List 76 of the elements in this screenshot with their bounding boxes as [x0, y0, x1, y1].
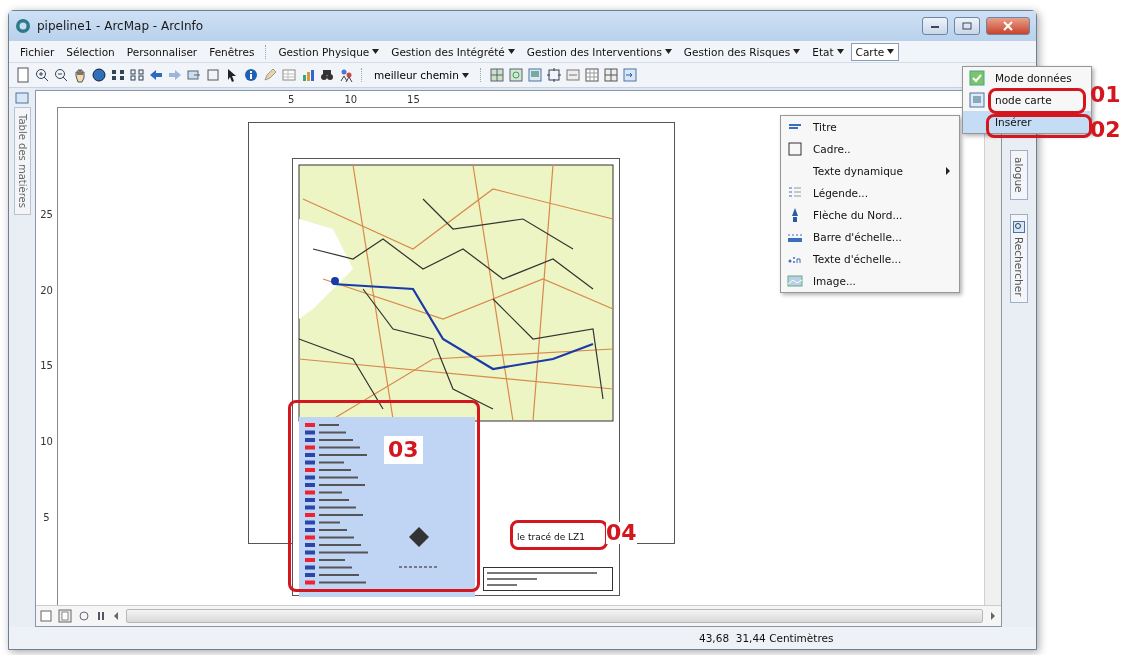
menu-item[interactable]: Personnaliser [121, 42, 203, 61]
map-grid-icon[interactable] [488, 67, 505, 83]
menu-item[interactable]: Texte dynamique [781, 160, 959, 182]
map-title-text: le tracé de LZ1 [517, 532, 585, 542]
grid-split-icon[interactable] [602, 67, 619, 83]
side-tab[interactable]: Table des matières [13, 107, 31, 215]
picture-icon [787, 273, 803, 289]
menu-item[interactable]: Légende... [781, 182, 959, 204]
menu-item[interactable]: Gestion des Interventions [521, 42, 677, 61]
ruler-label: 15 [40, 360, 53, 372]
menu-item[interactable]: Carte [850, 42, 900, 61]
annotation-number: 01 [1090, 84, 1121, 106]
annotation-number: 02 [1090, 119, 1121, 141]
arrow-panel-icon[interactable] [621, 67, 638, 83]
scroll-left-icon[interactable] [112, 611, 120, 621]
menu-item[interactable]: Etat [807, 42, 849, 61]
menu-item[interactable]: Mode données [963, 67, 1091, 89]
menu-item[interactable]: Gestion des Intégrété [386, 42, 520, 61]
zoom-out-icon[interactable] [53, 67, 69, 83]
close-icon [1003, 21, 1013, 31]
menu-item[interactable]: Cadre.. [781, 138, 959, 160]
info-icon[interactable] [243, 67, 259, 83]
ruler-label: 10 [40, 436, 53, 448]
route-dropdown[interactable]: meilleur chemin [370, 69, 473, 81]
page-icon[interactable] [526, 67, 543, 83]
coordinates-text: 43,68 31,44 Centimètres [699, 632, 834, 644]
annotation-number: 04 [606, 522, 637, 544]
layout-view-icon[interactable] [58, 609, 72, 623]
menu-item[interactable]: Flèche du Nord... [781, 204, 959, 226]
grid-icon[interactable] [583, 67, 600, 83]
ruler-label: 5 [43, 511, 50, 523]
menu-item[interactable]: Gestion Physique [273, 42, 385, 61]
menu-item[interactable]: Gestion des Risques [678, 42, 806, 61]
people-icon[interactable] [338, 67, 354, 83]
minimize-button[interactable] [922, 17, 948, 35]
menu-item[interactable]: Titre [781, 116, 959, 138]
binoculars-icon[interactable] [319, 67, 335, 83]
caret-icon [461, 72, 469, 78]
search-icon [1013, 220, 1025, 233]
side-tab[interactable]: alogue [1010, 150, 1028, 200]
side-tab[interactable]: Rechercher [1010, 213, 1028, 304]
globe-app-icon [15, 18, 31, 34]
ruler-label: 20 [40, 284, 53, 296]
pause-icon[interactable] [96, 611, 106, 621]
data-view-icon[interactable] [40, 610, 52, 622]
ruler-label: 5 [288, 93, 295, 105]
chart-icon[interactable] [300, 67, 316, 83]
minimize-icon [930, 23, 940, 29]
horizontal-scrollbar[interactable] [126, 609, 983, 623]
close-button[interactable] [986, 17, 1030, 35]
checkmark-icon [969, 70, 985, 86]
fixed-zoom-in-icon[interactable] [110, 67, 126, 83]
frame-icon [787, 141, 803, 157]
menu-item[interactable]: Image... [781, 270, 959, 292]
globe-icon[interactable] [91, 67, 107, 83]
ruler-label: 10 [344, 93, 358, 105]
hand-icon[interactable] [72, 67, 88, 83]
menu-item[interactable]: Fichier [15, 42, 60, 61]
scroll-right-icon[interactable] [989, 611, 997, 621]
layout-page-icon [969, 92, 985, 108]
maximize-button[interactable] [954, 17, 980, 35]
zoom-in-icon[interactable] [34, 67, 50, 83]
back-arrow-icon[interactable] [148, 67, 164, 83]
pencil-icon[interactable] [262, 67, 278, 83]
layer-icon[interactable] [186, 67, 202, 83]
ruler-label: 15 [407, 93, 420, 105]
menu-item[interactable]: Barre d'échelle... [781, 226, 959, 248]
menu-item[interactable]: Fenêtres [204, 42, 260, 61]
ruler-label: 25 [40, 209, 53, 221]
maximize-icon [962, 22, 972, 30]
menu-item[interactable]: Texte d'échelle... [781, 248, 959, 270]
menu-item[interactable]: Sélection [61, 42, 120, 61]
zoom-whole-page-icon[interactable] [545, 67, 562, 83]
window-title: pipeline1 - ArcMap - ArcInfo [37, 19, 205, 33]
annotation-number: 03 [384, 436, 423, 464]
fixed-zoom-out-icon[interactable] [129, 67, 145, 83]
